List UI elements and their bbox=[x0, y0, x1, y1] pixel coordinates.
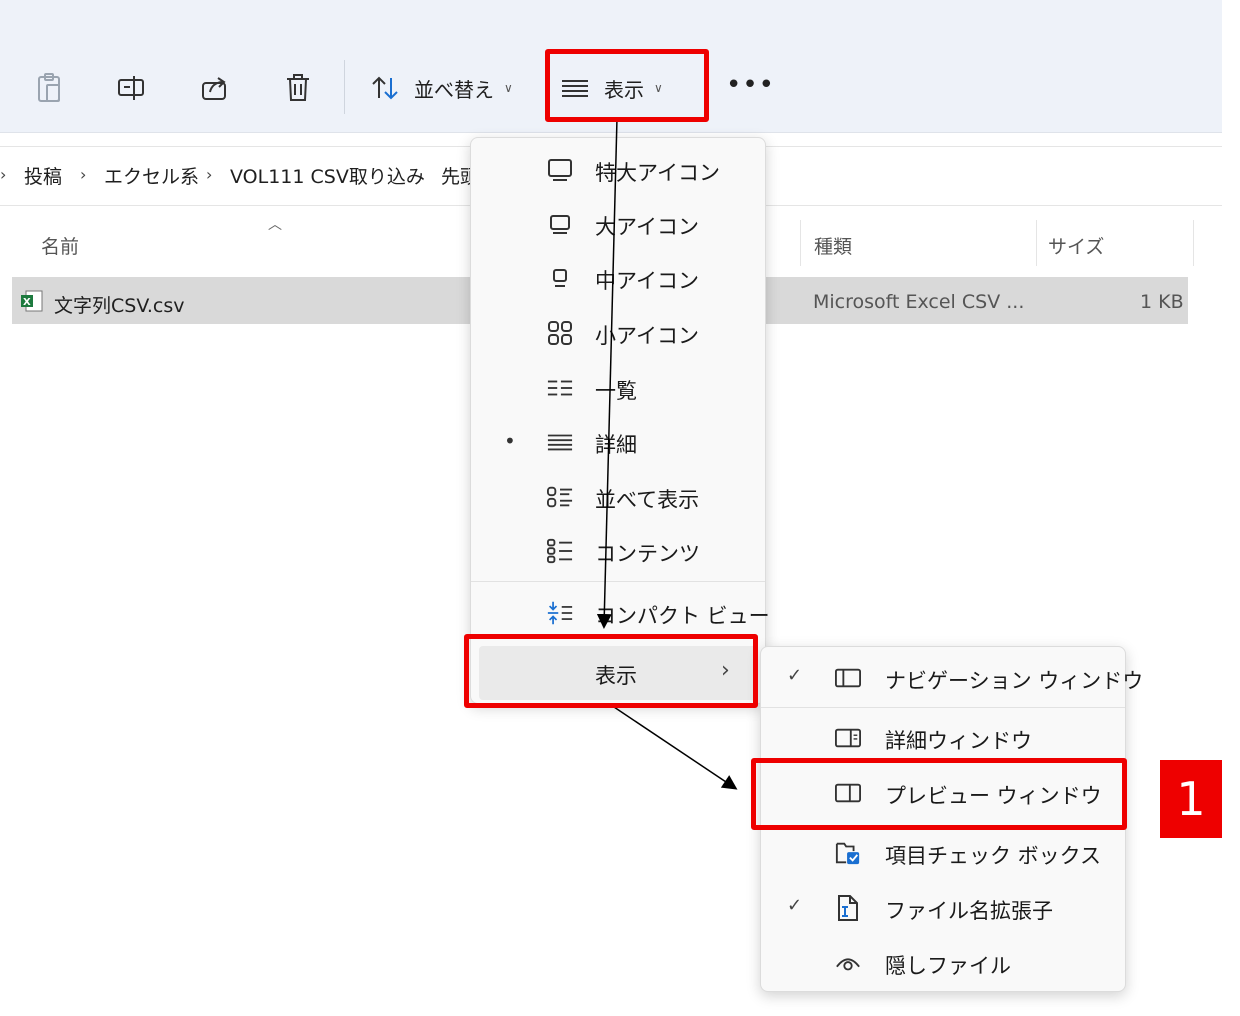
annotation-arrows bbox=[596, 117, 738, 790]
highlight-preview-pane bbox=[751, 758, 1127, 830]
step-number-badge: 1 bbox=[1160, 760, 1222, 838]
annotation-arrow bbox=[610, 704, 738, 790]
highlight-show-item bbox=[464, 634, 758, 708]
annotation-arrow bbox=[596, 117, 618, 629]
highlight-view-button bbox=[545, 49, 709, 122]
